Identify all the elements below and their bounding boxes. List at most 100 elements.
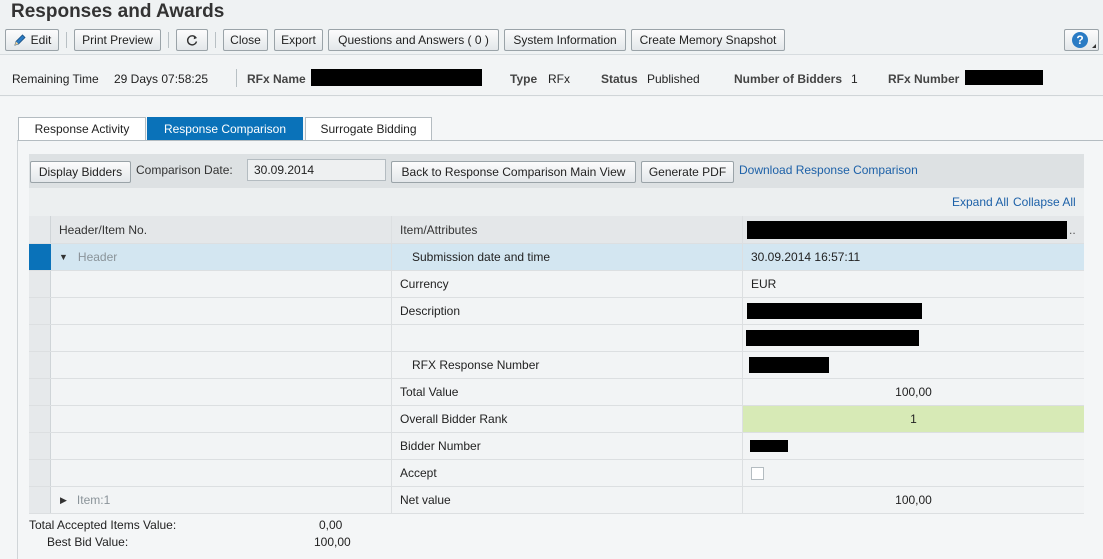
row-selector[interactable] (29, 406, 51, 432)
expand-collapse-row (29, 188, 1084, 216)
remaining-time-value: 29 Days 07:58:25 (114, 72, 209, 86)
row-selector[interactable] (29, 379, 51, 405)
redacted-response-number (749, 357, 829, 373)
row-selector[interactable] (29, 460, 51, 486)
memory-snapshot-label: Create Memory Snapshot (639, 33, 777, 47)
close-label: Close (230, 33, 261, 47)
edit-label: Edit (30, 33, 52, 47)
expanded-triangle-icon[interactable]: ▼ (59, 252, 68, 262)
type-label: Type (510, 72, 538, 86)
row-selector[interactable] (29, 487, 51, 513)
item-cell (51, 271, 392, 297)
table-row[interactable] (29, 325, 1084, 352)
row-selector[interactable] (29, 325, 51, 351)
qa-label: Questions and Answers ( 0 ) (338, 33, 489, 47)
refresh-icon (186, 35, 198, 46)
rfx-info-bar: Remaining Time 29 Days 07:58:25 RFx Name… (0, 54, 1103, 96)
value-cell: 30.09.2014 16:57:11 (751, 250, 861, 264)
item-cell (51, 298, 392, 324)
rfx-number-label: RFx Number (888, 72, 960, 86)
item-cell (51, 379, 392, 405)
tab-surrogate-bidding[interactable]: Surrogate Bidding (305, 117, 432, 140)
main-toolbar: Edit Print Preview Close Export Question… (0, 26, 1103, 54)
print-preview-button[interactable]: Print Preview (74, 29, 161, 51)
row-selector[interactable] (29, 244, 51, 270)
attr-cell (392, 325, 743, 351)
attr-cell: Bidder Number (392, 433, 743, 459)
col-header-item[interactable]: Header/Item No. (51, 216, 392, 243)
table-row[interactable]: Description (29, 298, 1084, 325)
number-of-bidders-label: Number of Bidders (734, 72, 843, 86)
grid-header-row: Header/Item No. Item/Attributes .. (29, 216, 1084, 244)
item-cell (51, 433, 392, 459)
redacted-description (747, 303, 922, 319)
comparison-date-label: Comparison Date: (136, 163, 233, 177)
total-accepted-label: Total Accepted Items Value: (29, 518, 177, 532)
row-selector[interactable] (29, 352, 51, 378)
refresh-button[interactable] (176, 29, 208, 51)
display-bidders-button[interactable]: Display Bidders (30, 161, 131, 183)
redacted-rfx-number (965, 70, 1043, 85)
table-row[interactable]: RFX Response Number (29, 352, 1084, 379)
table-row[interactable]: Total Value 100,00 (29, 379, 1084, 406)
row-selector[interactable] (29, 433, 51, 459)
toolbar-separator (215, 32, 216, 48)
dropdown-corner-icon (1092, 44, 1096, 48)
collapsed-triangle-icon[interactable]: ▶ (60, 495, 67, 506)
display-bidders-label: Display Bidders (38, 165, 123, 179)
download-response-comparison-link[interactable]: Download Response Comparison (739, 163, 918, 177)
status-label: Status (601, 72, 638, 86)
item-cell (51, 325, 392, 351)
table-row[interactable]: Currency EUR (29, 271, 1084, 298)
comparison-date-input[interactable] (247, 159, 386, 181)
questions-and-answers-button[interactable]: Questions and Answers ( 0 ) (328, 29, 499, 51)
back-to-main-view-button[interactable]: Back to Response Comparison Main View (391, 161, 636, 183)
attr-cell: Submission date and time (392, 244, 743, 270)
table-row[interactable]: Overall Bidder Rank 1 (29, 406, 1084, 433)
export-button[interactable]: Export (274, 29, 323, 51)
value-cell: 100,00 (895, 493, 932, 507)
system-information-button[interactable]: System Information (504, 29, 626, 51)
table-row[interactable]: ▶ Item:1 Net value 100,00 (29, 487, 1084, 514)
close-button[interactable]: Close (223, 29, 268, 51)
status-value: Published (647, 72, 700, 86)
row-selector[interactable] (29, 271, 51, 297)
select-all-cell[interactable] (29, 216, 51, 243)
attr-cell: Overall Bidder Rank (392, 406, 743, 432)
item-cell: ▼ Header (51, 244, 392, 270)
pencil-icon (14, 34, 26, 46)
item-cell (51, 406, 392, 432)
remaining-time-label: Remaining Time (12, 72, 99, 86)
best-bid-value: 100,00 (314, 535, 351, 549)
col-bidder[interactable]: .. (743, 216, 1084, 243)
value-cell: 100,00 (895, 385, 932, 399)
col-attributes[interactable]: Item/Attributes (392, 216, 743, 243)
table-row[interactable]: ▼ Header Submission date and time 30.09.… (29, 244, 1084, 271)
help-button[interactable]: ? (1064, 29, 1099, 51)
redacted-bidder-name (747, 220, 1067, 239)
info-separator (236, 69, 237, 87)
value-cell (743, 352, 1084, 378)
value-cell (743, 298, 1084, 324)
total-accepted-value: 0,00 (319, 518, 343, 532)
accept-checkbox[interactable] (751, 466, 764, 480)
redacted-description-line2 (746, 330, 919, 346)
item-cell: ▶ Item:1 (51, 487, 392, 513)
collapse-all-link[interactable]: Collapse All (1013, 195, 1076, 209)
expand-all-link[interactable]: Expand All (952, 195, 1009, 209)
row-selector[interactable] (29, 298, 51, 324)
tab-label: Response Activity (34, 122, 130, 136)
redacted-rfx-name (311, 69, 482, 86)
create-memory-snapshot-button[interactable]: Create Memory Snapshot (631, 29, 785, 51)
attr-cell: Accept (392, 460, 743, 486)
tab-response-comparison[interactable]: Response Comparison (147, 117, 303, 140)
table-row[interactable]: Bidder Number (29, 433, 1084, 460)
value-cell (743, 433, 1084, 459)
edit-button[interactable]: Edit (5, 29, 59, 51)
generate-pdf-button[interactable]: Generate PDF (641, 161, 734, 183)
table-row[interactable]: Accept (29, 460, 1084, 487)
attr-cell: RFX Response Number (392, 352, 743, 378)
tab-label: Response Comparison (163, 122, 287, 136)
system-information-label: System Information (513, 33, 617, 47)
tab-response-activity[interactable]: Response Activity (18, 117, 146, 140)
